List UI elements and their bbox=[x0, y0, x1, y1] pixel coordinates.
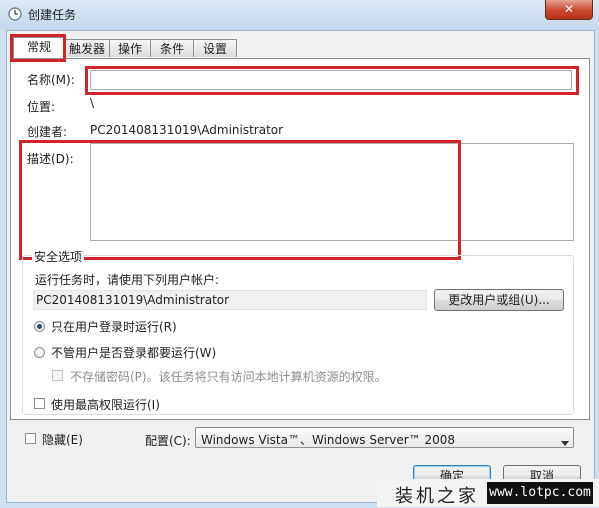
tab-label: 设置 bbox=[202, 42, 227, 56]
tab-settings[interactable]: 设置 bbox=[193, 39, 237, 57]
watermark-text: 装机之家 bbox=[395, 486, 479, 507]
tab-label: 常规 bbox=[26, 40, 51, 54]
change-user-button[interactable]: 更改用户或组(U)... bbox=[434, 289, 564, 311]
tab-actions[interactable]: 操作 bbox=[109, 39, 151, 57]
radio-run-whether-logged-on[interactable] bbox=[34, 347, 45, 358]
no-store-password-label: 不存储密码(P)。该任务将只有访问本地计算机资源的权限。 bbox=[70, 370, 387, 384]
author-value: PC201408131019\Administrator bbox=[90, 123, 284, 137]
name-label: 名称(M): bbox=[27, 73, 75, 87]
close-icon: ✕ bbox=[563, 2, 575, 16]
hidden-label[interactable]: 隐藏(E) bbox=[42, 431, 83, 448]
author-label: 创建者: bbox=[27, 125, 68, 139]
tab-label: 条件 bbox=[159, 42, 184, 56]
configure-select[interactable]: Windows Vista™、Windows Server™ 2008 bbox=[195, 427, 574, 448]
tab-general[interactable]: 常规 bbox=[13, 37, 65, 58]
security-group-label: 安全选项 bbox=[32, 248, 85, 265]
run-as-prompt: 运行任务时，请使用下列用户帐户: bbox=[35, 273, 220, 287]
no-store-password-checkbox[interactable] bbox=[52, 370, 63, 381]
watermark-url: www.lotpc.com bbox=[487, 482, 593, 504]
configure-select-value: Windows Vista™、Windows Server™ 2008 bbox=[201, 433, 456, 447]
account-field: PC201408131019\Administrator bbox=[33, 290, 427, 310]
radio-run-whether-logged-on-label[interactable]: 不管用户是否登录都要运行(W) bbox=[51, 344, 216, 361]
tab-triggers[interactable]: 触发器 bbox=[64, 39, 110, 57]
hidden-checkbox[interactable] bbox=[25, 433, 36, 444]
highest-privileges-checkbox[interactable] bbox=[34, 398, 45, 409]
clock-icon bbox=[8, 7, 22, 21]
window-title: 创建任务 bbox=[28, 8, 77, 22]
highlight-box-description bbox=[19, 140, 461, 260]
chevron-down-icon bbox=[561, 435, 569, 449]
configure-label: 配置(C): bbox=[145, 434, 191, 448]
tab-label: 触发器 bbox=[68, 42, 105, 56]
tab-conditions[interactable]: 条件 bbox=[150, 39, 194, 57]
highest-privileges-label[interactable]: 使用最高权限运行(I) bbox=[51, 396, 160, 413]
account-value: PC201408131019\Administrator bbox=[36, 293, 230, 307]
close-button[interactable]: ✕ bbox=[545, 0, 593, 20]
title-bar bbox=[0, 0, 599, 30]
location-label: 位置: bbox=[27, 100, 56, 114]
watermark: 装机之家 www.lotpc.com bbox=[377, 479, 599, 507]
location-value: \ bbox=[90, 96, 95, 110]
highlight-box-name bbox=[85, 66, 579, 95]
tab-label: 操作 bbox=[117, 42, 142, 56]
radio-run-logged-on-label[interactable]: 只在用户登录时运行(R) bbox=[51, 318, 177, 335]
radio-run-logged-on[interactable] bbox=[34, 321, 45, 332]
